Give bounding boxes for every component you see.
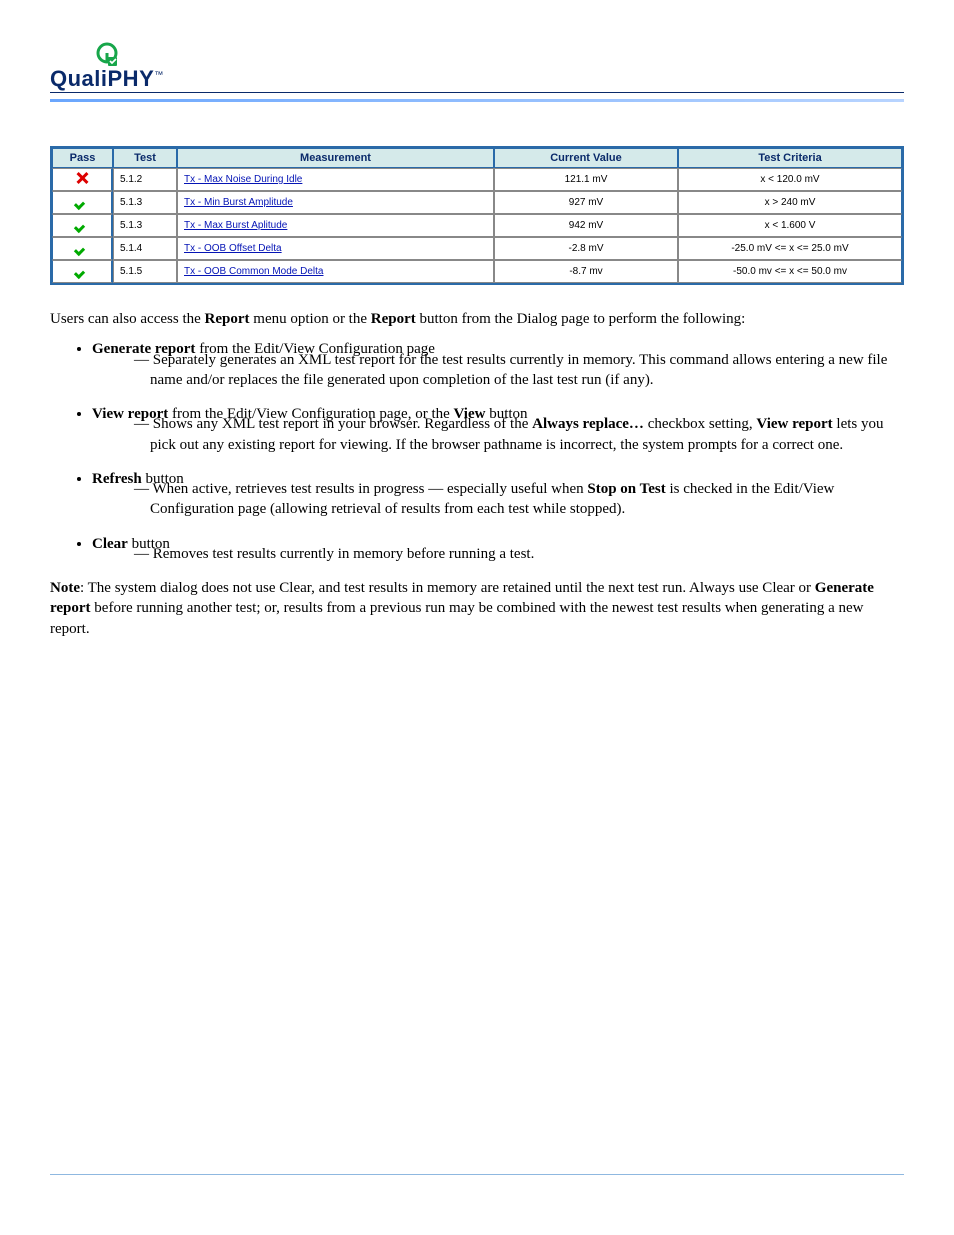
crossmark-icon — [75, 171, 89, 185]
measurement-cell: Tx - OOB Common Mode Delta — [177, 260, 494, 283]
checkmark-icon — [73, 263, 91, 277]
logo-mark-icon — [50, 40, 164, 68]
measurement-link[interactable]: Tx - OOB Common Mode Delta — [184, 266, 323, 277]
current-value: -2.8 mV — [494, 237, 678, 260]
test-number: 5.1.5 — [113, 260, 177, 283]
test-number: 5.1.2 — [113, 168, 177, 191]
col-meas: Measurement — [177, 148, 494, 168]
results-table: Pass Test Measurement Current Value Test… — [50, 146, 904, 285]
list-item: View report from the Edit/View Configura… — [92, 404, 904, 455]
table-row: 5.1.3 Tx - Max Burst Aplitude 942 mVx < 1.… — [52, 214, 902, 237]
pass-icon — [52, 214, 113, 237]
table-row: 5.1.4 Tx - OOB Offset Delta -2.8 mV-25.0 m… — [52, 237, 902, 260]
checkmark-icon — [73, 217, 91, 231]
fail-icon — [52, 168, 113, 191]
test-criteria: x > 240 mV — [678, 191, 902, 214]
outro-paragraph: Note: The system dialog does not use Cle… — [50, 578, 904, 639]
logo: QualiPHY™ — [50, 40, 164, 92]
test-criteria: x < 1.600 V — [678, 214, 902, 237]
list-item: Generate report from the Edit/View Confi… — [92, 339, 904, 390]
col-crit: Test Criteria — [678, 148, 902, 168]
pass-icon — [52, 191, 113, 214]
table-row: 5.1.2 Tx - Max Noise During Idle 121.1 mVx… — [52, 168, 902, 191]
test-number: 5.1.3 — [113, 214, 177, 237]
test-criteria: -25.0 mV <= x <= 25.0 mV — [678, 237, 902, 260]
header-gradient-rule — [50, 99, 904, 102]
checkmark-icon — [73, 240, 91, 254]
checkmark-icon — [73, 194, 91, 208]
current-value: 927 mV — [494, 191, 678, 214]
measurement-cell: Tx - Max Burst Aplitude — [177, 214, 494, 237]
list-item: Refresh button — When active, retrieves … — [92, 469, 904, 520]
current-value: 121.1 mV — [494, 168, 678, 191]
col-pass: Pass — [52, 148, 113, 168]
test-number: 5.1.4 — [113, 237, 177, 260]
table-row: 5.1.5 Tx - OOB Common Mode Delta -8.7 mv-5… — [52, 260, 902, 283]
measurement-link[interactable]: Tx - OOB Offset Delta — [184, 243, 282, 254]
test-criteria: x < 120.0 mV — [678, 168, 902, 191]
current-value: 942 mV — [494, 214, 678, 237]
top-spacer — [50, 126, 904, 146]
test-criteria: -50.0 mv <= x <= 50.0 mv — [678, 260, 902, 283]
measurement-cell: Tx - Min Burst Amplitude — [177, 191, 494, 214]
logo-wordmark: QualiPHY™ — [50, 68, 164, 90]
footer-rule — [50, 1174, 904, 1175]
page-footer: 924291 Rev A A — [50, 1191, 904, 1201]
intro-paragraph: Users can also access the Report menu op… — [50, 309, 904, 329]
test-number: 5.1.3 — [113, 191, 177, 214]
footer-right: A — [898, 1191, 905, 1201]
page-header: QualiPHY™ — [50, 40, 904, 93]
measurement-cell: Tx - Max Noise During Idle — [177, 168, 494, 191]
pass-icon — [52, 237, 113, 260]
pass-icon — [52, 260, 113, 283]
col-test: Test — [113, 148, 177, 168]
measurement-link[interactable]: Tx - Max Burst Aplitude — [184, 220, 287, 231]
list-item: Clear button — Removes test results curr… — [92, 534, 904, 565]
col-value: Current Value — [494, 148, 678, 168]
measurement-link[interactable]: Tx - Min Burst Amplitude — [184, 197, 293, 208]
measurement-cell: Tx - OOB Offset Delta — [177, 237, 494, 260]
table-row: 5.1.3 Tx - Min Burst Amplitude 927 mVx > 2… — [52, 191, 902, 214]
measurement-link[interactable]: Tx - Max Noise During Idle — [184, 174, 302, 185]
current-value: -8.7 mv — [494, 260, 678, 283]
body-copy: Users can also access the Report menu op… — [50, 309, 904, 639]
